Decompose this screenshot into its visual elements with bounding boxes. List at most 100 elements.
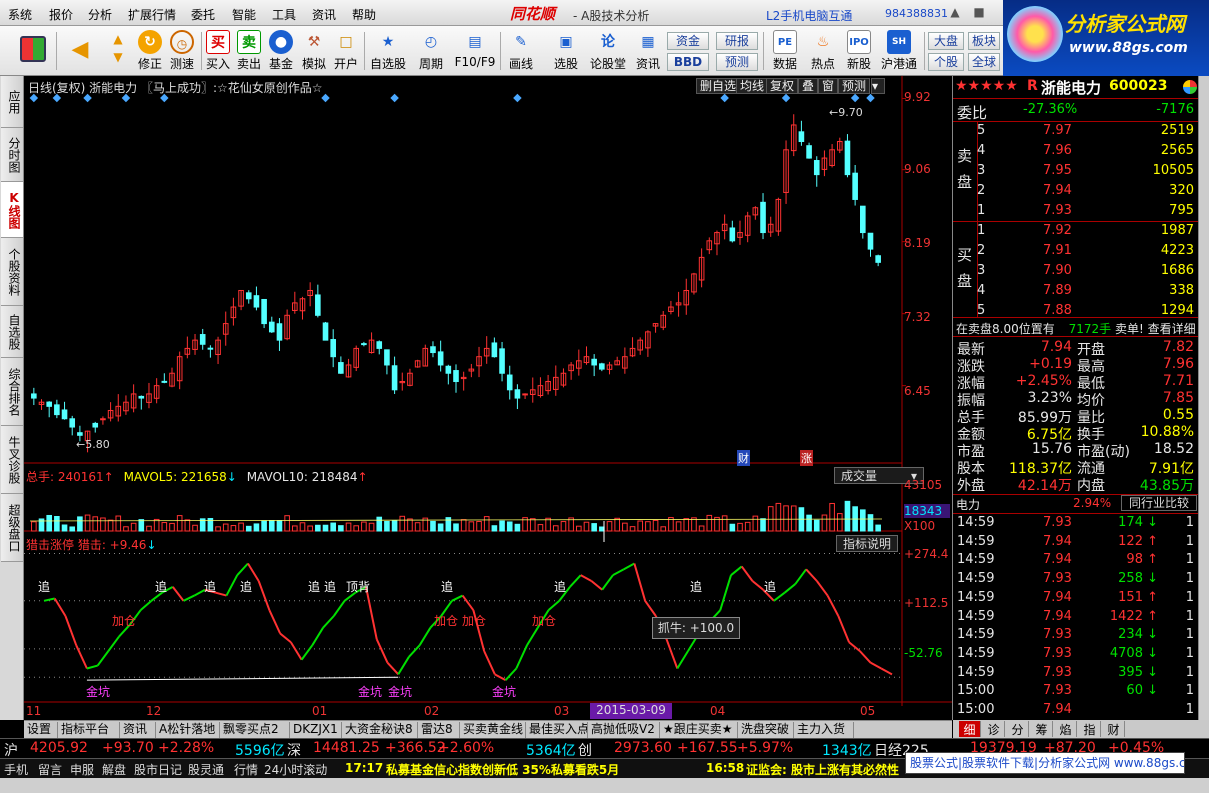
layout-button[interactable] [16, 28, 50, 74]
side-tab-intraday[interactable]: 分时图 [1, 128, 23, 182]
order-book-row[interactable]: 3 7.90 1686 [953, 262, 1198, 281]
research-button[interactable]: 研报 [716, 32, 758, 50]
industry-compare-button[interactable]: 同行业比较 [1121, 495, 1197, 511]
capital-button[interactable]: 资金 [667, 32, 709, 50]
hk-connect-button[interactable]: SH HK 沪港通 [877, 28, 921, 74]
buy-button[interactable]: 买 买入 [203, 28, 233, 74]
indicator-tab[interactable]: 雷达8 [418, 722, 460, 738]
menu-help[interactable]: 帮助 [352, 6, 376, 23]
indicator-tab[interactable]: 指标平台 [58, 722, 120, 738]
indicator-tab[interactable]: ★跟庄买卖★ [660, 722, 738, 738]
news1-text[interactable]: 私募基金信心指数创新低 35%私募看跌5月 [386, 761, 619, 778]
footer-ad[interactable]: 股票公式|股票软件下载|分析家公式网 www.88gs.com [905, 752, 1185, 774]
order-book-row[interactable]: 5 7.88 1294 [953, 302, 1198, 321]
menu-system[interactable]: 系统 [8, 6, 32, 23]
indicator-tab[interactable]: 买卖黄金线 [460, 722, 526, 738]
status-rolling[interactable]: 24小时滚动 [264, 761, 327, 778]
cy-index[interactable]: 2973.60 [614, 740, 672, 756]
side-tab-watchlist[interactable]: 自选股 [1, 306, 23, 358]
updown-button[interactable]: ▲ ▼ [104, 28, 132, 74]
indicator-tab[interactable]: 最佳买入点 [526, 722, 588, 738]
order-book-row[interactable]: 2 7.94 320 [953, 182, 1198, 201]
forum-button[interactable]: 论 论股堂 [588, 28, 628, 74]
menu-smart[interactable]: 智能 [232, 6, 256, 23]
adjust-button[interactable]: 复权 [766, 78, 799, 94]
status-message[interactable]: 留言 [38, 761, 62, 778]
info-button[interactable]: ▦ 资讯 [631, 28, 665, 74]
shirt-icon[interactable]: ■ [972, 5, 986, 19]
menu-quote[interactable]: 报价 [49, 6, 73, 23]
indicator-tab[interactable]: 洗盘突破 [738, 722, 794, 738]
order-book-row[interactable]: 1 7.92 1987 [953, 222, 1198, 241]
order-book-row[interactable]: 3 7.95 10505 [953, 162, 1198, 181]
ma-button[interactable]: 均线 [736, 78, 769, 94]
simulate-button[interactable]: ⚒ 模拟 [298, 28, 330, 74]
overlay-button[interactable]: 叠 [798, 78, 819, 94]
sector-button[interactable]: 板块 [968, 32, 1000, 50]
right-tab[interactable]: 诊 [983, 721, 1005, 737]
status-gulingtong[interactable]: 股灵通 [188, 761, 224, 778]
big-order-notice[interactable]: 在卖盘8.00位置有 7172手 卖单! 查看详细 [956, 320, 1196, 337]
right-tab[interactable]: 细 [959, 721, 981, 737]
indicator-tab[interactable]: 主力入货 [794, 722, 854, 738]
forecast-chart-button[interactable]: 预测 [838, 78, 871, 94]
fund-button[interactable]: ● 基金 [265, 28, 297, 74]
right-tab[interactable]: 焰 [1055, 721, 1077, 737]
sh-index[interactable]: 4205.92 [30, 740, 88, 756]
indicator-tab[interactable]: 设置 [24, 722, 58, 738]
order-book-row[interactable]: 1 7.93 795 [953, 202, 1198, 221]
right-tab[interactable]: 指 [1079, 721, 1101, 737]
correct-button[interactable]: ↻ 修正 [134, 28, 166, 74]
indicator-tab[interactable]: A松针落地 [156, 722, 220, 738]
quote-scrollbar[interactable] [1198, 76, 1209, 720]
sz-index[interactable]: 14481.25 [313, 740, 380, 756]
back-button[interactable]: ◀ [62, 28, 98, 74]
color-wheel-icon[interactable] [1183, 80, 1197, 94]
status-service[interactable]: 申服 [70, 761, 94, 778]
l2-link[interactable]: L2手机电脑互通 [766, 7, 852, 24]
kline-chart-area[interactable]: 日线(复权) 浙能电力 〖马上成功〗:☆花仙女原创作品☆ 删自选 均线 复权 叠… [24, 76, 952, 720]
right-tab[interactable]: 财 [1103, 721, 1125, 737]
new-stock-button[interactable]: IPO 新股 [842, 28, 876, 74]
status-commentary[interactable]: 解盘 [102, 761, 126, 778]
news2-text[interactable]: 证监会: 股市上涨有其必然性 [746, 761, 899, 778]
side-tab-diagnosis[interactable]: 牛叉诊股 [1, 426, 23, 494]
forecast-button[interactable]: 预测 [716, 53, 758, 71]
menu-tools[interactable]: 工具 [272, 6, 296, 23]
menu-extended-market[interactable]: 扩展行情 [128, 6, 176, 23]
data-button[interactable]: PE 数据 [766, 28, 804, 74]
side-tab-profile[interactable]: 个股资料 [1, 238, 23, 306]
stock-picker-button[interactable]: ▣ 选股 [548, 28, 584, 74]
sell-button[interactable]: 卖 卖出 [234, 28, 264, 74]
menu-analysis[interactable]: 分析 [88, 6, 112, 23]
speedtest-button[interactable]: ◷ 测速 [166, 28, 198, 74]
indicator-help-button[interactable]: 指标说明 [835, 535, 898, 552]
remove-watchlist-button[interactable]: 删自选 [696, 78, 741, 94]
side-tab-ranking[interactable]: 综合排名 [1, 358, 23, 426]
side-tab-superboard[interactable]: 超级盘口 [1, 494, 23, 562]
status-market[interactable]: 行情 [234, 761, 258, 778]
market-button[interactable]: 大盘 [928, 32, 964, 50]
finance-event-marker[interactable]: 财 [737, 450, 750, 466]
draw-line-button[interactable]: ✎ 画线 [503, 28, 539, 74]
status-diary[interactable]: 股市日记 [134, 761, 182, 778]
chart-menu-dropdown[interactable]: ▾ [871, 78, 885, 94]
watchlist-button[interactable]: ★ 自选股 [367, 28, 409, 74]
open-account-button[interactable]: □ 开户 [330, 28, 362, 74]
f10-button[interactable]: ▤ F10/F9 [452, 28, 498, 74]
menu-order[interactable]: 委托 [191, 6, 215, 23]
period-button[interactable]: ◴ 周期 [412, 28, 450, 74]
side-tab-apps[interactable]: 应用 [1, 76, 23, 128]
indicator-tab[interactable]: DKZJX1 [290, 722, 342, 738]
right-tab[interactable]: 筹 [1031, 721, 1053, 737]
side-tab-kline[interactable]: K线图 [1, 182, 23, 238]
right-tab[interactable]: 分 [1007, 721, 1029, 737]
single-stock-button[interactable]: 个股 [928, 53, 964, 71]
indicator-tab[interactable]: 飘零买点2 [220, 722, 290, 738]
limit-up-marker[interactable]: 涨 [800, 450, 813, 466]
window-button[interactable]: 窗 [818, 78, 839, 94]
order-book-row[interactable]: 4 7.96 2565 [953, 142, 1198, 161]
order-book-row[interactable]: 2 7.91 4223 [953, 242, 1198, 261]
menu-news[interactable]: 资讯 [312, 6, 336, 23]
bbd-button[interactable]: BBD [667, 53, 709, 71]
